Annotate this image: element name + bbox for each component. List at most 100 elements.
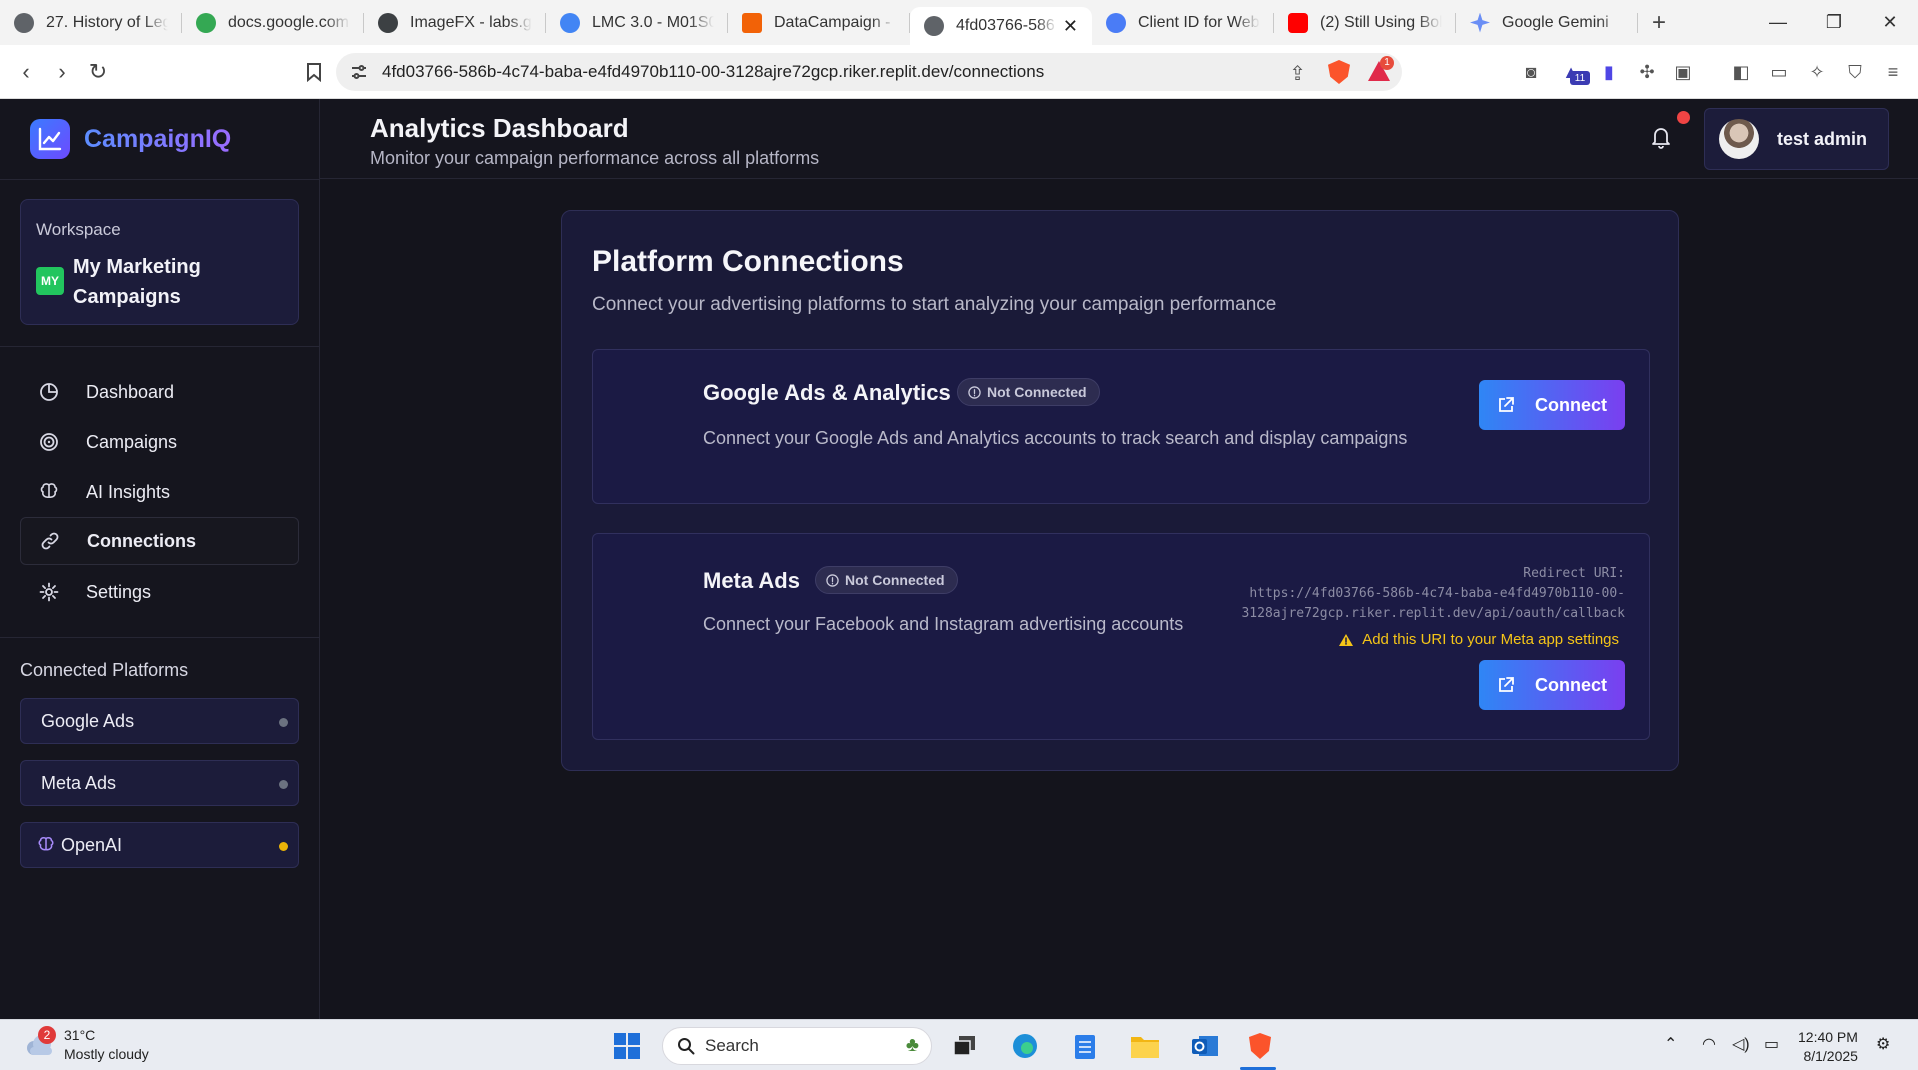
status-dot (279, 780, 288, 789)
browser-tab[interactable]: ImageFX - labs.goo (364, 0, 546, 45)
share-icon[interactable]: ⇪ (1289, 61, 1306, 86)
notification-center-icon[interactable]: ⚙ (1876, 1034, 1890, 1054)
battery-icon[interactable]: ▭ (1764, 1034, 1779, 1054)
bell-icon[interactable] (1650, 125, 1674, 151)
extension-d-icon[interactable]: ▮ (1598, 61, 1620, 83)
sidebar-item-connections[interactable]: Connections (20, 517, 299, 565)
system-clock[interactable]: 12:40 PM 8/1/2025 (1798, 1028, 1858, 1066)
external-link-icon (1497, 396, 1515, 414)
redirect-uri: Redirect URI: https://4fd03766-586b-4c74… (1241, 564, 1625, 624)
wallet-icon[interactable]: ▭ (1768, 61, 1790, 83)
browser-toolbar: ‹ › ↻ 4fd03766-586b-4c74-baba-e4fd4970b1… (0, 45, 1918, 99)
browser-tab[interactable]: DataCampaign - R (728, 0, 910, 45)
brand-logo-icon (30, 119, 70, 159)
tab-favicon-icon (1106, 12, 1126, 33)
chevron-up-icon[interactable]: ⌃ (1664, 1034, 1677, 1054)
media-icon[interactable]: ▣ (1672, 61, 1694, 83)
platform-description: Connect your Facebook and Instagram adve… (703, 614, 1184, 634)
leo-ai-icon[interactable]: ✧ (1806, 61, 1828, 83)
notepad-icon[interactable] (1070, 1031, 1100, 1061)
volume-icon[interactable]: ◁) (1732, 1034, 1750, 1054)
minimize-icon[interactable]: — (1750, 0, 1806, 45)
wifi-icon[interactable]: ◠ (1702, 1034, 1716, 1054)
sidebar-toggle-icon[interactable]: ◧ (1730, 61, 1752, 83)
connect-google-button[interactable]: Connect (1479, 380, 1625, 430)
menu-icon[interactable]: ≡ (1882, 61, 1904, 83)
tab-favicon-icon (742, 12, 762, 33)
reload-icon[interactable]: ↻ (80, 54, 116, 90)
target-icon (38, 431, 60, 453)
tab-title: Google Gemini (1502, 13, 1609, 31)
connected-platform-openai[interactable]: OpenAI (20, 822, 299, 868)
external-link-icon (1497, 676, 1515, 694)
redirect-warning: Add this URI to your Meta app settings (1338, 631, 1619, 648)
browser-tab-strip: 27. History of Lege docs.google.com Imag… (0, 0, 1918, 45)
puzzle-icon[interactable]: ✣ (1636, 61, 1658, 83)
camera-icon[interactable]: ◙ (1520, 61, 1542, 83)
task-view-icon[interactable] (950, 1031, 980, 1061)
link-icon (39, 530, 61, 552)
brave-browser-icon[interactable] (1245, 1031, 1275, 1061)
sidebar-item-dashboard[interactable]: Dashboard (20, 368, 299, 416)
tab-title: 4fd03766-586 (956, 17, 1055, 34)
new-tab-button[interactable]: + (1638, 9, 1680, 37)
platform-label: Meta Ads (41, 772, 117, 793)
brand[interactable]: CampaignIQ (30, 119, 231, 159)
connect-meta-button[interactable]: Connect (1479, 660, 1625, 710)
restore-icon[interactable]: ❐ (1806, 0, 1862, 45)
browser-tab[interactable]: Client ID for Web a (1092, 0, 1274, 45)
sidebar-item-label: AI Insights (86, 481, 171, 502)
outlook-icon[interactable] (1190, 1031, 1220, 1061)
platform-name: Google Ads & Analytics (703, 380, 951, 405)
file-explorer-icon[interactable] (1130, 1031, 1160, 1061)
vpn-icon[interactable]: ⛉ (1844, 61, 1866, 83)
edge-icon[interactable] (1010, 1031, 1040, 1061)
site-info-icon[interactable] (350, 63, 368, 81)
brave-shields-icon[interactable] (1328, 60, 1350, 84)
tab-favicon-icon (14, 12, 34, 33)
rewards-badge: 1 (1380, 56, 1394, 70)
bookmark-icon[interactable] (296, 54, 332, 90)
forward-icon[interactable]: › (44, 54, 80, 90)
tab-title: 27. History of Lege (46, 13, 168, 31)
tab-favicon-icon (1288, 12, 1308, 33)
browser-tab-active[interactable]: 4fd03766-586 ✕ (910, 7, 1092, 45)
browser-tab[interactable]: (2) Still Using Bolt. (1274, 0, 1456, 45)
user-menu[interactable]: test admin (1704, 108, 1889, 170)
close-tab-icon[interactable]: ✕ (1063, 16, 1078, 37)
browser-tab[interactable]: docs.google.com (182, 0, 364, 45)
windows-start-icon[interactable] (612, 1031, 642, 1061)
sidebar-item-settings[interactable]: Settings (20, 568, 299, 616)
taskbar-search[interactable]: Search ♣ (662, 1027, 932, 1065)
connected-platform-google-ads[interactable]: Google Ads (20, 698, 299, 744)
browser-tab[interactable]: LMC 3.0 - M01S02 (546, 0, 728, 45)
warning-icon (1338, 633, 1354, 647)
redirect-uri-label: Redirect URI: (1523, 566, 1625, 581)
panel-subtitle: Connect your advertising platforms to st… (592, 294, 1277, 315)
platform-label: Google Ads (41, 710, 135, 731)
button-label: Connect (1535, 394, 1607, 415)
platform-card-google: Google Ads & Analytics Not Connected Con… (592, 349, 1650, 504)
browser-tab[interactable]: 27. History of Lege (0, 0, 182, 45)
address-bar[interactable]: 4fd03766-586b-4c74-baba-e4fd4970b110-00-… (336, 53, 1402, 91)
avatar (1719, 119, 1759, 159)
sidebar-item-label: Connections (87, 530, 197, 551)
workspace-selector[interactable]: Workspace MY My Marketing Campaigns (20, 199, 299, 325)
close-window-icon[interactable]: ✕ (1862, 0, 1918, 45)
info-icon (968, 385, 981, 399)
browser-tab[interactable]: Google Gemini (1456, 0, 1638, 45)
connected-platform-meta-ads[interactable]: Meta Ads (20, 760, 299, 806)
weather-condition: Mostly cloudy (64, 1046, 149, 1062)
sidebar-item-ai-insights[interactable]: AI Insights (20, 468, 299, 516)
url-text: 4fd03766-586b-4c74-baba-e4fd4970b110-00-… (382, 62, 1045, 81)
gear-icon (38, 581, 60, 603)
brain-icon (38, 481, 60, 503)
search-placeholder: Search (705, 1036, 759, 1055)
search-icon (677, 1037, 695, 1055)
os-taskbar: 2 31°C Mostly cloudy Search ♣ ⌃ ◠ ◁) ▭ 1… (0, 1019, 1918, 1070)
pie-chart-icon (38, 381, 60, 403)
sidebar-item-campaigns[interactable]: Campaigns (20, 418, 299, 466)
back-icon[interactable]: ‹ (8, 54, 44, 90)
sidebar: CampaignIQ Workspace MY My Marketing Cam… (0, 99, 320, 1019)
weather-widget[interactable]: 2 31°C Mostly cloudy (22, 1026, 149, 1064)
